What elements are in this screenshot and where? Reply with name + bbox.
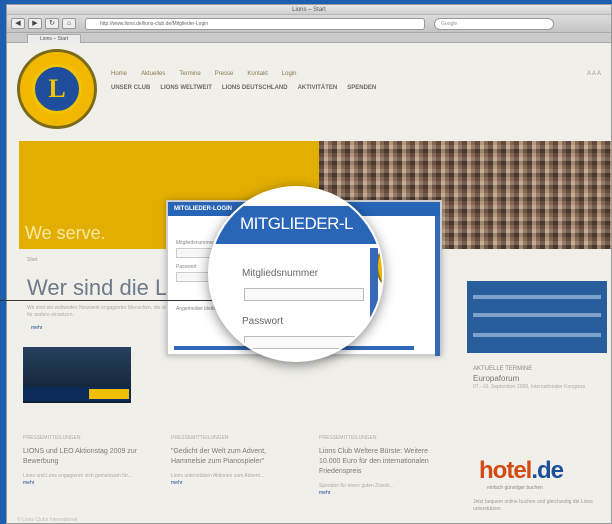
member-number-input[interactable] xyxy=(244,288,364,301)
sidebar-field[interactable] xyxy=(473,295,601,299)
forward-icon[interactable]: ▶ xyxy=(28,18,42,29)
intro-more-link[interactable]: mehr xyxy=(31,325,42,331)
sidebar-login-box xyxy=(467,281,607,353)
news-title[interactable]: "Gedicht der Welt zum Advent, Hammelsie … xyxy=(171,447,301,467)
news-column: PRESSEMITTEILUNGEN "Gedicht der Welt zum… xyxy=(171,435,301,486)
footer-text: © Lions Clubs International xyxy=(17,517,78,523)
hotel-brand: hotel xyxy=(479,457,532,484)
event-title[interactable]: Europaforum xyxy=(473,374,603,383)
magnified-scrollbar xyxy=(370,248,378,348)
font-size-controls[interactable]: A A A xyxy=(587,71,601,77)
news-label: PRESSEMITTEILUNGEN xyxy=(171,435,229,441)
password-input[interactable] xyxy=(244,336,364,349)
home-icon[interactable]: ⌂ xyxy=(62,18,76,29)
mainnav-item[interactable]: AKTIVITÄTEN xyxy=(298,85,338,91)
callout-pointer xyxy=(0,300,232,301)
news-body: Lions unterstützen Aktionen zum Advent..… xyxy=(171,473,265,479)
modal-scrollbar[interactable] xyxy=(435,216,440,356)
news-label: PRESSEMITTEILUNGEN xyxy=(319,435,377,441)
lions-logo[interactable]: L xyxy=(17,49,97,129)
event-label: AKTUELLE TERMINE xyxy=(473,366,533,372)
hotel-tld: .de xyxy=(531,457,564,484)
browser-toolbar: ◀ ▶ ↻ ⌂ http://www.lions.de/lions-club.d… xyxy=(7,15,611,33)
event-body: 07.–10. September 2009, Internationaler … xyxy=(473,384,586,390)
news-label: PRESSEMITTEILUNGEN xyxy=(23,435,81,441)
news-title[interactable]: LIONS und LEO Aktionstag 2009 zur Bewerb… xyxy=(23,447,153,467)
lions-logo-letter: L xyxy=(32,64,82,114)
window-title: Lions – Start xyxy=(7,5,611,15)
hotel-tagline: einfach günstiger buchen xyxy=(487,485,543,491)
modal-label-member: Mitgliedsnummer xyxy=(176,240,215,246)
mainnav-item[interactable]: LIONS DEUTSCHLAND xyxy=(222,85,288,91)
magnified-label-member: Mitgliedsnummer xyxy=(242,268,319,279)
intro-text: Wir sind ein weltweites Netzwerk engagie… xyxy=(27,305,171,318)
news-more-link[interactable]: mehr xyxy=(171,480,301,486)
sidebar-field[interactable] xyxy=(473,333,601,337)
mainnav-item[interactable]: SPENDEN xyxy=(347,85,376,91)
hotel-de-ad[interactable]: hotel.de xyxy=(479,457,564,485)
hero-slogan: We serve. xyxy=(25,223,106,243)
modal-label-password: Passwort xyxy=(176,264,197,270)
tab-bar: Lions – Start xyxy=(7,33,611,43)
news-body: Spenden für einen guten Zweck... xyxy=(319,483,394,489)
news-more-link[interactable]: mehr xyxy=(319,490,449,496)
magnifier-lens: MITGLIEDER-L L Mitgliedsnummer Passwort xyxy=(208,186,384,362)
breadcrumb[interactable]: Start xyxy=(27,257,38,263)
news-column: PRESSEMITTEILUNGEN Lions Club Weltere Bü… xyxy=(319,435,449,496)
topnav-item[interactable]: Termine xyxy=(179,71,200,77)
back-icon[interactable]: ◀ xyxy=(11,18,25,29)
main-navigation: UNSER CLUB LIONS WELTWEIT LIONS DEUTSCHL… xyxy=(111,85,376,91)
magnified-title: MITGLIEDER-L xyxy=(240,214,354,233)
news-column: PRESSEMITTEILUNGEN LIONS und LEO Aktions… xyxy=(23,435,153,486)
tab-lions[interactable]: Lions – Start xyxy=(27,34,81,43)
news-more-link[interactable]: mehr xyxy=(23,480,153,486)
sidebar-field[interactable] xyxy=(473,313,601,317)
news-title[interactable]: Lions Club Weltere Bürste: Weitere 10.00… xyxy=(319,447,449,477)
top-navigation: Home Aktuelles Termine Presse Kontakt Lo… xyxy=(111,71,296,77)
topnav-item[interactable]: Home xyxy=(111,71,127,77)
reload-icon[interactable]: ↻ xyxy=(45,18,59,29)
sidebar-event: AKTUELLE TERMINE Europaforum 07.–10. Sep… xyxy=(473,365,603,392)
hotel-description: Jetzt bequem online buchen und gleichzei… xyxy=(473,499,593,512)
mainnav-item[interactable]: UNSER CLUB xyxy=(111,85,150,91)
url-bar[interactable]: http://www.lions.de/lions-club.de/Mitgli… xyxy=(85,17,425,30)
topnav-item[interactable]: Login xyxy=(282,71,297,77)
topnav-item[interactable]: Presse xyxy=(215,71,234,77)
page-title: Wer sind die L xyxy=(27,275,168,300)
topnav-item[interactable]: Kontakt xyxy=(247,71,267,77)
mainnav-item[interactable]: LIONS WELTWEIT xyxy=(160,85,212,91)
magnified-label-password: Passwort xyxy=(242,316,284,327)
topnav-item[interactable]: Aktuelles xyxy=(141,71,165,77)
news-image-badge xyxy=(89,389,129,399)
news-body: Lions und Leos engagieren sich gemeinsam… xyxy=(23,473,132,479)
search-input[interactable]: Google xyxy=(434,17,554,30)
